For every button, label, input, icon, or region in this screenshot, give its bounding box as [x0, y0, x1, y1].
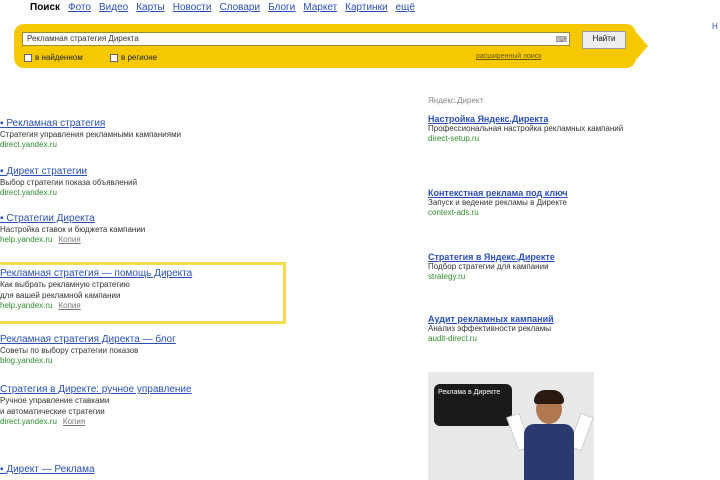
copy-link[interactable]: Копия — [58, 301, 80, 310]
result-title[interactable]: Рекламная стратегия — помощь Директа — [0, 268, 281, 279]
result-url[interactable]: direct.yandex.ru — [0, 188, 137, 197]
nav-images[interactable]: Картинки — [345, 2, 387, 13]
nav-search[interactable]: Поиск — [30, 2, 60, 13]
ad-item: Стратегия в Яндекс.Директе Подбор страте… — [428, 252, 648, 281]
search-query: Рекламная стратегия Директа — [27, 34, 139, 43]
nav-video[interactable]: Видео — [99, 2, 128, 13]
result-snippet: Стратегия управления рекламными кампания… — [0, 130, 182, 139]
result-url[interactable]: help.yandex.ru Копия — [0, 235, 145, 244]
person-body — [524, 424, 574, 480]
ad-title[interactable]: Стратегия в Яндекс.Директе — [428, 252, 648, 262]
ad-url[interactable]: context-ads.ru — [428, 208, 648, 217]
nav-blogs[interactable]: Блоги — [268, 2, 295, 13]
ad-title[interactable]: Аудит рекламных кампаний — [428, 314, 648, 324]
person-hair — [534, 390, 564, 404]
result-url[interactable]: blog.yandex.ru — [0, 356, 176, 365]
checkbox-icon — [24, 53, 32, 62]
nav-maps[interactable]: Карты — [136, 2, 165, 13]
ad-snippet: Профессиональная настройка рекламных кам… — [428, 124, 624, 133]
advanced-search-link[interactable]: расширенный поиск — [476, 53, 541, 60]
result-snippet: Советы по выбору стратегии показов — [0, 346, 139, 355]
result-item: Стратегия в Директе: ручное управление Р… — [0, 384, 192, 426]
result-title[interactable]: ▪ Директ стратегии — [0, 166, 137, 177]
keyboard-icon[interactable]: ⌨ — [555, 34, 567, 46]
result-item: ▪ Стратегии Директа Настройка ставок и б… — [0, 213, 145, 244]
option-label: в найденном — [35, 53, 83, 62]
nav-market[interactable]: Маркет — [303, 2, 337, 13]
checkbox-icon — [110, 53, 118, 62]
result-title[interactable]: Стратегия в Директе: ручное управление — [0, 384, 192, 395]
result-item: ▪ Директ — Реклама — [0, 464, 95, 475]
result-snippet: и автоматические стратегии — [0, 407, 105, 416]
nav-news[interactable]: Новости — [173, 2, 212, 13]
option-label: в регионе — [121, 53, 158, 62]
copy-link[interactable]: Копия — [58, 235, 80, 244]
ad-item: Аудит рекламных кампаний Анализ эффектив… — [428, 314, 648, 343]
ad-url[interactable]: direct-setup.ru — [428, 134, 648, 143]
search-input[interactable]: Рекламная стратегия Директа ⌨ — [22, 32, 570, 46]
nav-dictionaries[interactable]: Словари — [219, 2, 260, 13]
option-in-found[interactable]: в найденном — [24, 53, 83, 62]
search-bar: Рекламная стратегия Директа ⌨ Найти в на… — [14, 24, 648, 68]
result-url[interactable]: help.yandex.ru Копия — [0, 301, 281, 310]
ad-item: Настройка Яндекс.Директа Профессиональна… — [428, 114, 648, 143]
result-snippet: Выбор стратегии показа объявлений — [0, 178, 138, 187]
search-button[interactable]: Найти — [582, 31, 626, 49]
result-title[interactable]: ▪ Директ — Реклама — [0, 464, 95, 475]
option-in-region[interactable]: в регионе — [110, 53, 157, 62]
result-url[interactable]: direct.yandex.ru — [0, 140, 181, 149]
ad-snippet: Запуск и ведение рекламы в Директе — [428, 198, 567, 207]
nav-photos[interactable]: Фото — [68, 2, 91, 13]
result-item: ▪ Рекламная стратегия Стратегия управлен… — [0, 118, 181, 149]
ad-snippet: Подбор стратегии для кампании — [428, 262, 549, 271]
ad-banner[interactable]: Реклама в Директе — [428, 372, 594, 480]
result-item: Рекламная стратегия Директа — блог Совет… — [0, 334, 176, 365]
result-snippet: Настройка ставок и бюджета кампании — [0, 225, 146, 234]
highlighted-result: Рекламная стратегия — помощь Директа Как… — [0, 262, 286, 324]
ad-url[interactable]: strategy.ru — [428, 272, 648, 281]
ad-url[interactable]: audit-direct.ru — [428, 334, 648, 343]
copy-link[interactable]: Копия — [63, 417, 85, 426]
nav-more[interactable]: ещё — [396, 2, 415, 13]
ad-item: Контекстная реклама под ключ Запуск и ве… — [428, 188, 648, 217]
ad-title[interactable]: Настройка Яндекс.Директа — [428, 114, 648, 124]
result-title[interactable]: Рекламная стратегия Директа — блог — [0, 334, 176, 345]
edge-link[interactable]: Н — [712, 22, 718, 31]
result-item: ▪ Директ стратегии Выбор стратегии показ… — [0, 166, 137, 197]
ad-title[interactable]: Контекстная реклама под ключ — [428, 188, 648, 198]
ad-snippet: Анализ эффективности рекламы — [428, 324, 551, 333]
top-nav: Поиск Фото Видео Карты Новости Словари Б… — [30, 2, 415, 13]
result-title[interactable]: ▪ Рекламная стратегия — [0, 118, 181, 129]
result-snippet: для вашей рекламной кампании — [0, 291, 121, 300]
result-url[interactable]: direct.yandex.ru Копия — [0, 417, 192, 426]
result-snippet: Ручное управление ставками — [0, 396, 110, 405]
result-snippet: Как выбрать рекламную стратегию — [0, 280, 130, 289]
speech-bubble: Реклама в Директе — [434, 384, 512, 426]
ads-header: Яндекс.Директ — [428, 96, 484, 105]
result-title[interactable]: ▪ Стратегии Директа — [0, 213, 145, 224]
